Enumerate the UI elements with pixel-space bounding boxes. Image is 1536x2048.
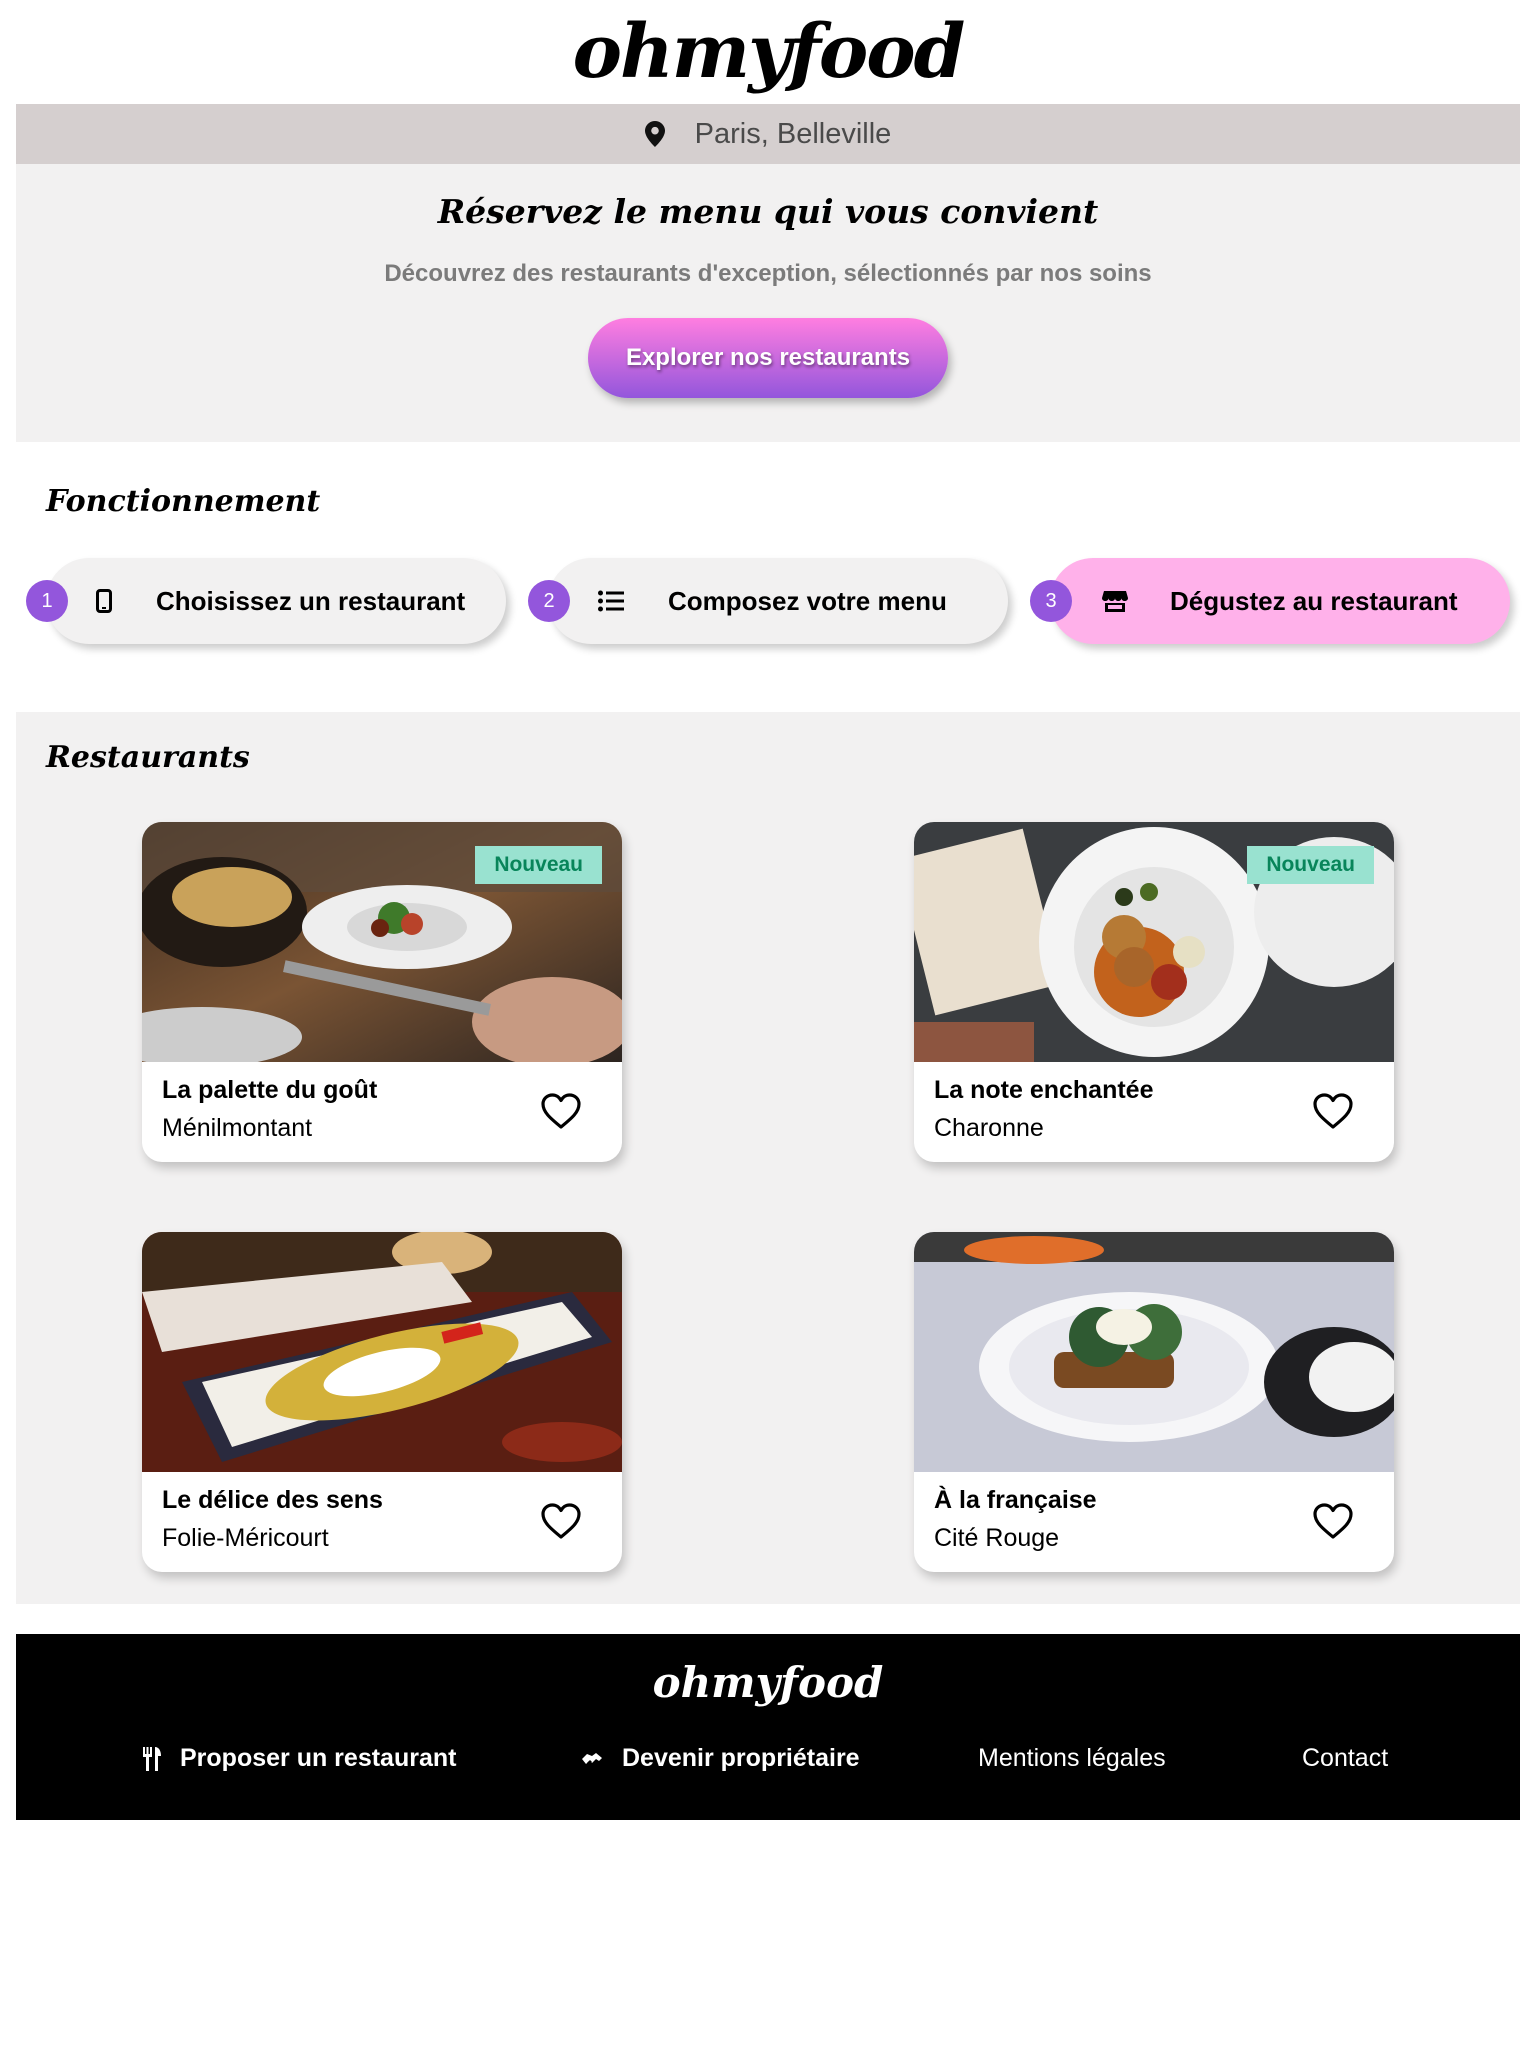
step-label: Composez votre menu <box>668 585 947 616</box>
how-it-works-title: Fonctionnement <box>46 484 321 519</box>
mobile-phone-icon <box>96 589 112 613</box>
utensils-icon <box>142 1746 162 1771</box>
contact-link[interactable]: Contact <box>1302 1744 1388 1773</box>
map-pin-icon <box>644 121 665 147</box>
legal-notice-link[interactable]: Mentions légales <box>978 1744 1166 1773</box>
new-badge: Nouveau <box>1247 846 1374 884</box>
restaurant-info: La palette du goût Ménilmontant <box>142 1062 622 1162</box>
store-icon <box>1102 590 1128 612</box>
steps-list: 1 Choisissez un restaurant 2 Composez vo… <box>26 558 1510 644</box>
list-icon <box>598 590 624 612</box>
step-pill: Composez votre menu <box>548 558 1008 644</box>
become-owner-link[interactable]: Devenir propriétaire <box>580 1744 860 1773</box>
restaurant-card[interactable]: Nouveau La palette du goût Ménilmontant <box>142 822 622 1162</box>
step-pill: Dégustez au restaurant <box>1050 558 1510 644</box>
heart-icon[interactable] <box>1312 1092 1354 1130</box>
restaurant-area: Charonne <box>934 1114 1044 1142</box>
handshake-icon <box>580 1750 604 1768</box>
step-number: 1 <box>26 580 68 622</box>
restaurant-card[interactable]: Le délice des sens Folie-Méricourt <box>142 1232 622 1572</box>
restaurant-photo: Nouveau <box>914 822 1394 1062</box>
restaurant-card[interactable]: Nouveau La note enchantée Charonne <box>914 822 1394 1162</box>
restaurants-title: Restaurants <box>46 740 250 775</box>
step-label: Dégustez au restaurant <box>1170 585 1458 616</box>
restaurant-area: Folie-Méricourt <box>162 1524 329 1552</box>
restaurants-section: Restaurants Nouveau La palette du goût M… <box>16 712 1520 1604</box>
restaurant-area: Cité Rouge <box>934 1524 1060 1552</box>
location-bar[interactable]: Paris, Belleville <box>16 104 1520 164</box>
restaurant-name: À la française <box>934 1486 1097 1514</box>
restaurant-photo <box>914 1232 1394 1472</box>
explore-restaurants-button[interactable]: Explorer nos restaurants <box>588 317 948 398</box>
footer-link-label: Devenir propriétaire <box>622 1744 860 1772</box>
step-choose-restaurant[interactable]: 1 Choisissez un restaurant <box>26 558 506 644</box>
footer-link-label: Mentions légales <box>978 1744 1166 1772</box>
brand-logo[interactable]: ohmyfood <box>573 15 966 89</box>
restaurant-name: La palette du goût <box>162 1076 378 1104</box>
restaurant-card[interactable]: À la française Cité Rouge <box>914 1232 1394 1572</box>
hero-subtitle: Découvrez des restaurants d'exception, s… <box>384 259 1152 287</box>
propose-restaurant-link[interactable]: Proposer un restaurant <box>142 1744 456 1773</box>
footer-link-label: Proposer un restaurant <box>180 1744 457 1772</box>
how-it-works-section: Fonctionnement 1 Choisissez un restauran… <box>16 442 1520 712</box>
footer-logo[interactable]: ohmyfood <box>16 1634 1520 1707</box>
site-footer: ohmyfood Proposer un restaurant Devenir … <box>16 1634 1520 1820</box>
step-compose-menu[interactable]: 2 Composez votre menu <box>528 558 1008 644</box>
hero-section: Réservez le menu qui vous convient Décou… <box>16 164 1520 442</box>
step-label: Choisissez un restaurant <box>156 585 466 616</box>
restaurant-area: Ménilmontant <box>162 1114 313 1142</box>
footer-link-label: Contact <box>1302 1744 1389 1772</box>
restaurant-photo: Nouveau <box>142 822 622 1067</box>
restaurant-info: La note enchantée Charonne <box>914 1062 1394 1162</box>
heart-icon[interactable] <box>540 1502 582 1540</box>
restaurant-info: Le délice des sens Folie-Méricourt <box>142 1472 622 1572</box>
location-label: Paris, Belleville <box>694 117 892 150</box>
heart-icon[interactable] <box>1312 1502 1354 1540</box>
site-header: ohmyfood <box>0 0 1536 104</box>
step-enjoy-restaurant[interactable]: 3 Dégustez au restaurant <box>1030 558 1510 644</box>
step-number: 2 <box>528 580 570 622</box>
restaurant-name: La note enchantée <box>934 1076 1154 1104</box>
restaurant-info: À la française Cité Rouge <box>914 1472 1394 1572</box>
restaurant-photo <box>142 1232 622 1472</box>
restaurant-name: Le délice des sens <box>162 1486 383 1514</box>
step-pill: Choisissez un restaurant <box>46 558 506 644</box>
step-number: 3 <box>1030 580 1072 622</box>
hero-title: Réservez le menu qui vous convient <box>437 192 1099 231</box>
new-badge: Nouveau <box>475 846 602 884</box>
heart-icon[interactable] <box>540 1092 582 1130</box>
footer-links: Proposer un restaurant Devenir propriéta… <box>16 1744 1520 1784</box>
